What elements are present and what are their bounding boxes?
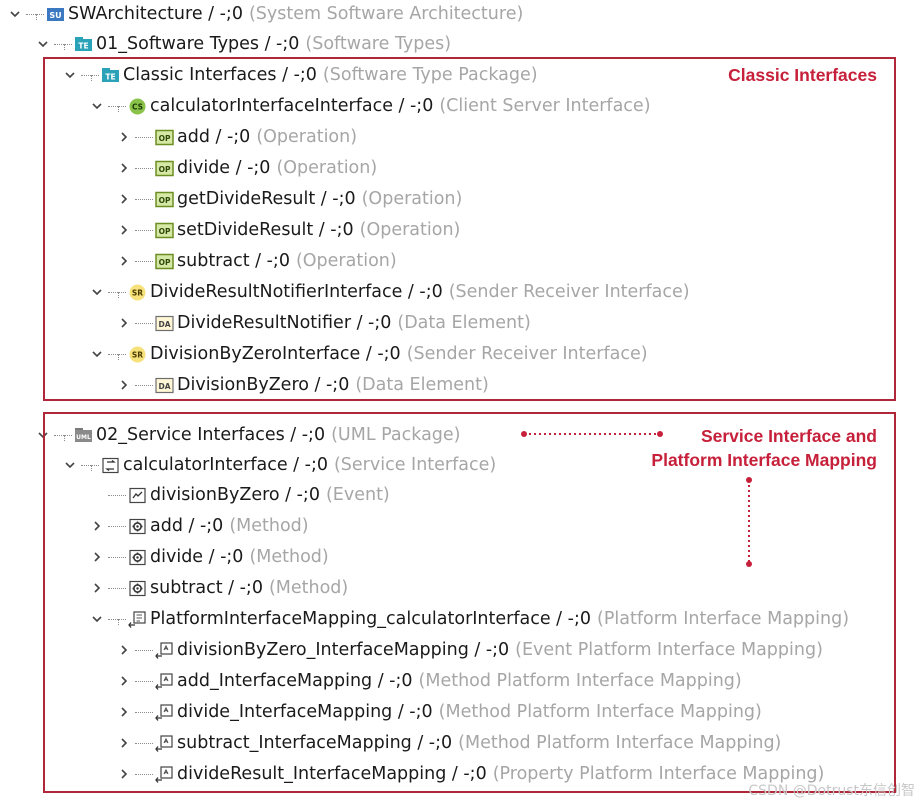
- tree-item-name: SWArchitecture / -;0: [68, 4, 243, 24]
- tree-connector: [54, 37, 72, 51]
- service-mapping-callout: Service Interface and Platform Interface…: [651, 424, 877, 472]
- software-type-package-icon: TE: [74, 36, 93, 53]
- classic-interfaces-highlight-box: [43, 57, 896, 401]
- watermark: CSDN @Dotrust东信创智: [748, 783, 915, 799]
- chevron-down-icon[interactable]: [8, 7, 22, 21]
- tree-item-name: 01_Software Types / -;0: [96, 34, 300, 54]
- svg-text:TE: TE: [78, 41, 88, 50]
- chevron-down-icon[interactable]: [36, 37, 50, 51]
- system-architecture-icon: SU: [46, 6, 65, 23]
- tree-item-type: (Software Types): [305, 34, 452, 54]
- classic-interfaces-callout: Classic Interfaces: [728, 65, 877, 85]
- svg-text:SU: SU: [49, 11, 61, 20]
- tree-row[interactable]: SU SWArchitecture / -;0 (System Software A…: [8, 1, 523, 27]
- service-mapping-callout-line2: Platform Interface Mapping: [651, 450, 877, 470]
- tree-row[interactable]: TE 01_Software Types / -;0 (Software Types…: [36, 31, 451, 57]
- service-mapping-callout-line1: Service Interface and: [700, 426, 877, 446]
- tree-connector: [26, 7, 44, 21]
- tree-item-type: (System Software Architecture): [248, 4, 524, 24]
